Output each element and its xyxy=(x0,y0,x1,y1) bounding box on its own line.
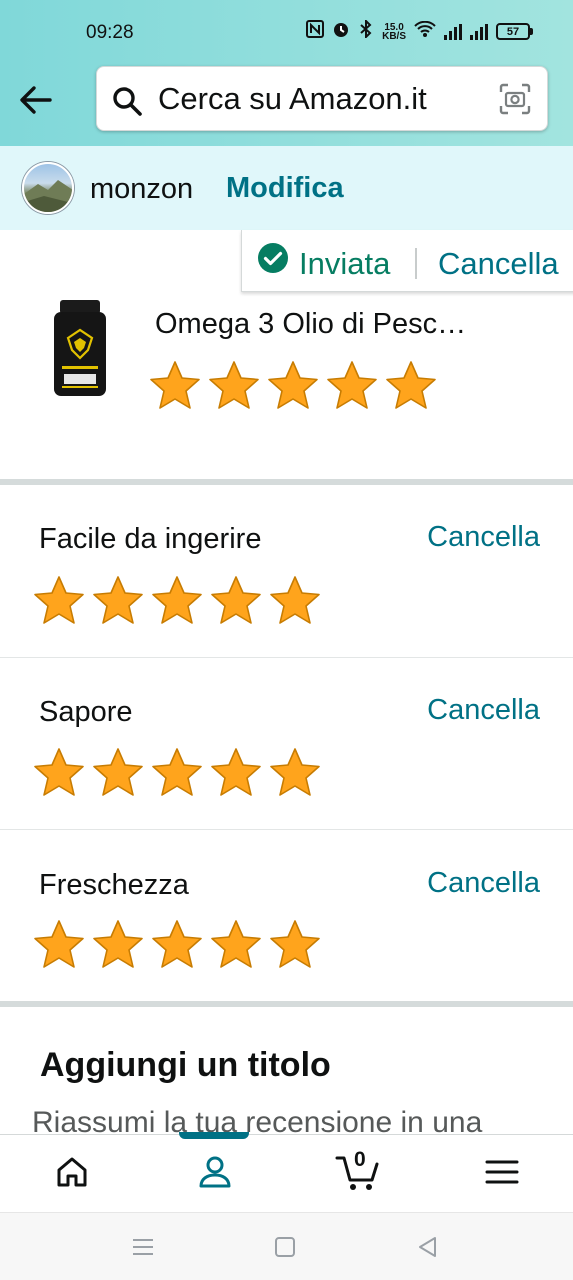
signal-icon xyxy=(470,23,488,40)
taste-rating-stars[interactable] xyxy=(31,745,323,799)
back-system-icon[interactable] xyxy=(414,1233,442,1261)
battery-icon: 57 xyxy=(496,23,533,40)
search-icon xyxy=(111,85,143,117)
app-header: 09:28 15.0 KB/S 57 Cerca su Amazon.it xyxy=(0,0,573,146)
star-filled-icon[interactable] xyxy=(267,573,323,627)
camera-search-icon[interactable] xyxy=(499,83,531,115)
freshness-rating-stars[interactable] xyxy=(31,917,323,971)
ease-rating-stars[interactable] xyxy=(31,573,323,627)
account-name: monzon xyxy=(90,173,194,205)
active-tab-indicator xyxy=(179,1132,249,1139)
bottom-nav xyxy=(0,1134,573,1212)
product-image xyxy=(50,298,110,398)
star-filled-icon[interactable] xyxy=(90,745,146,799)
cart-count: 0 xyxy=(354,1148,366,1171)
star-filled-icon[interactable] xyxy=(206,358,262,412)
home-icon xyxy=(55,1155,89,1194)
star-filled-icon[interactable] xyxy=(324,358,380,412)
star-filled-icon[interactable] xyxy=(267,917,323,971)
star-filled-icon[interactable] xyxy=(31,917,87,971)
search-input[interactable]: Cerca su Amazon.it xyxy=(96,66,548,131)
product-title: Omega 3 Olio di Pesc… xyxy=(155,308,467,340)
star-filled-icon[interactable] xyxy=(90,917,146,971)
system-navigation-bar xyxy=(0,1212,573,1280)
add-title-heading: Aggiungi un titolo xyxy=(40,1046,331,1084)
cancel-review-button[interactable]: Cancella xyxy=(438,246,559,282)
cancel-freshness-rating-button[interactable]: Cancella xyxy=(427,867,540,900)
recent-apps-icon[interactable] xyxy=(129,1233,157,1261)
check-circle-icon xyxy=(257,242,289,274)
back-arrow-icon[interactable] xyxy=(16,80,56,120)
section-divider xyxy=(0,1001,573,1007)
cancel-ease-rating-button[interactable]: Cancella xyxy=(427,521,540,554)
star-filled-icon[interactable] xyxy=(147,358,203,412)
attribute-label-ease: Facile da ingerire xyxy=(39,523,262,555)
star-filled-icon[interactable] xyxy=(149,917,205,971)
star-filled-icon[interactable] xyxy=(208,917,264,971)
star-filled-icon[interactable] xyxy=(383,358,439,412)
nav-profile[interactable] xyxy=(143,1135,286,1213)
network-speed: 15.0 KB/S xyxy=(382,21,406,42)
edit-profile-link[interactable]: Modifica xyxy=(226,172,344,205)
product-rating-stars[interactable] xyxy=(147,358,439,412)
search-placeholder: Cerca su Amazon.it xyxy=(158,81,427,116)
star-filled-icon[interactable] xyxy=(31,573,87,627)
row-divider xyxy=(0,829,573,830)
star-filled-icon[interactable] xyxy=(208,745,264,799)
sent-status-label: Inviata xyxy=(299,246,391,281)
star-filled-icon[interactable] xyxy=(265,358,321,412)
review-status-bar: Inviata Cancella xyxy=(241,230,573,292)
profile-icon xyxy=(198,1155,232,1194)
nav-home[interactable] xyxy=(0,1135,143,1213)
status-time: 09:28 xyxy=(86,22,134,43)
nav-menu[interactable] xyxy=(430,1135,573,1213)
avatar xyxy=(22,162,74,214)
star-filled-icon[interactable] xyxy=(208,573,264,627)
bluetooth-icon xyxy=(358,18,374,43)
home-system-icon[interactable] xyxy=(271,1233,299,1261)
divider xyxy=(415,248,417,279)
wifi-icon xyxy=(414,20,436,42)
star-filled-icon[interactable] xyxy=(149,573,205,627)
section-divider xyxy=(0,479,573,485)
star-filled-icon[interactable] xyxy=(90,573,146,627)
star-filled-icon[interactable] xyxy=(149,745,205,799)
attribute-label-taste: Sapore xyxy=(39,696,133,728)
alarm-icon xyxy=(332,20,350,43)
cancel-taste-rating-button[interactable]: Cancella xyxy=(427,694,540,727)
status-icons: 15.0 KB/S 57 xyxy=(306,18,533,43)
row-divider xyxy=(0,657,573,658)
status-bar: 09:28 15.0 KB/S 57 xyxy=(0,0,573,66)
nav-cart[interactable] xyxy=(286,1135,429,1213)
account-strip: monzon Modifica xyxy=(0,146,573,230)
star-filled-icon[interactable] xyxy=(31,745,87,799)
attribute-label-freshness: Freschezza xyxy=(39,869,189,901)
signal-icon xyxy=(444,23,462,40)
nfc-icon xyxy=(306,20,325,43)
menu-icon xyxy=(485,1158,519,1191)
star-filled-icon[interactable] xyxy=(267,745,323,799)
